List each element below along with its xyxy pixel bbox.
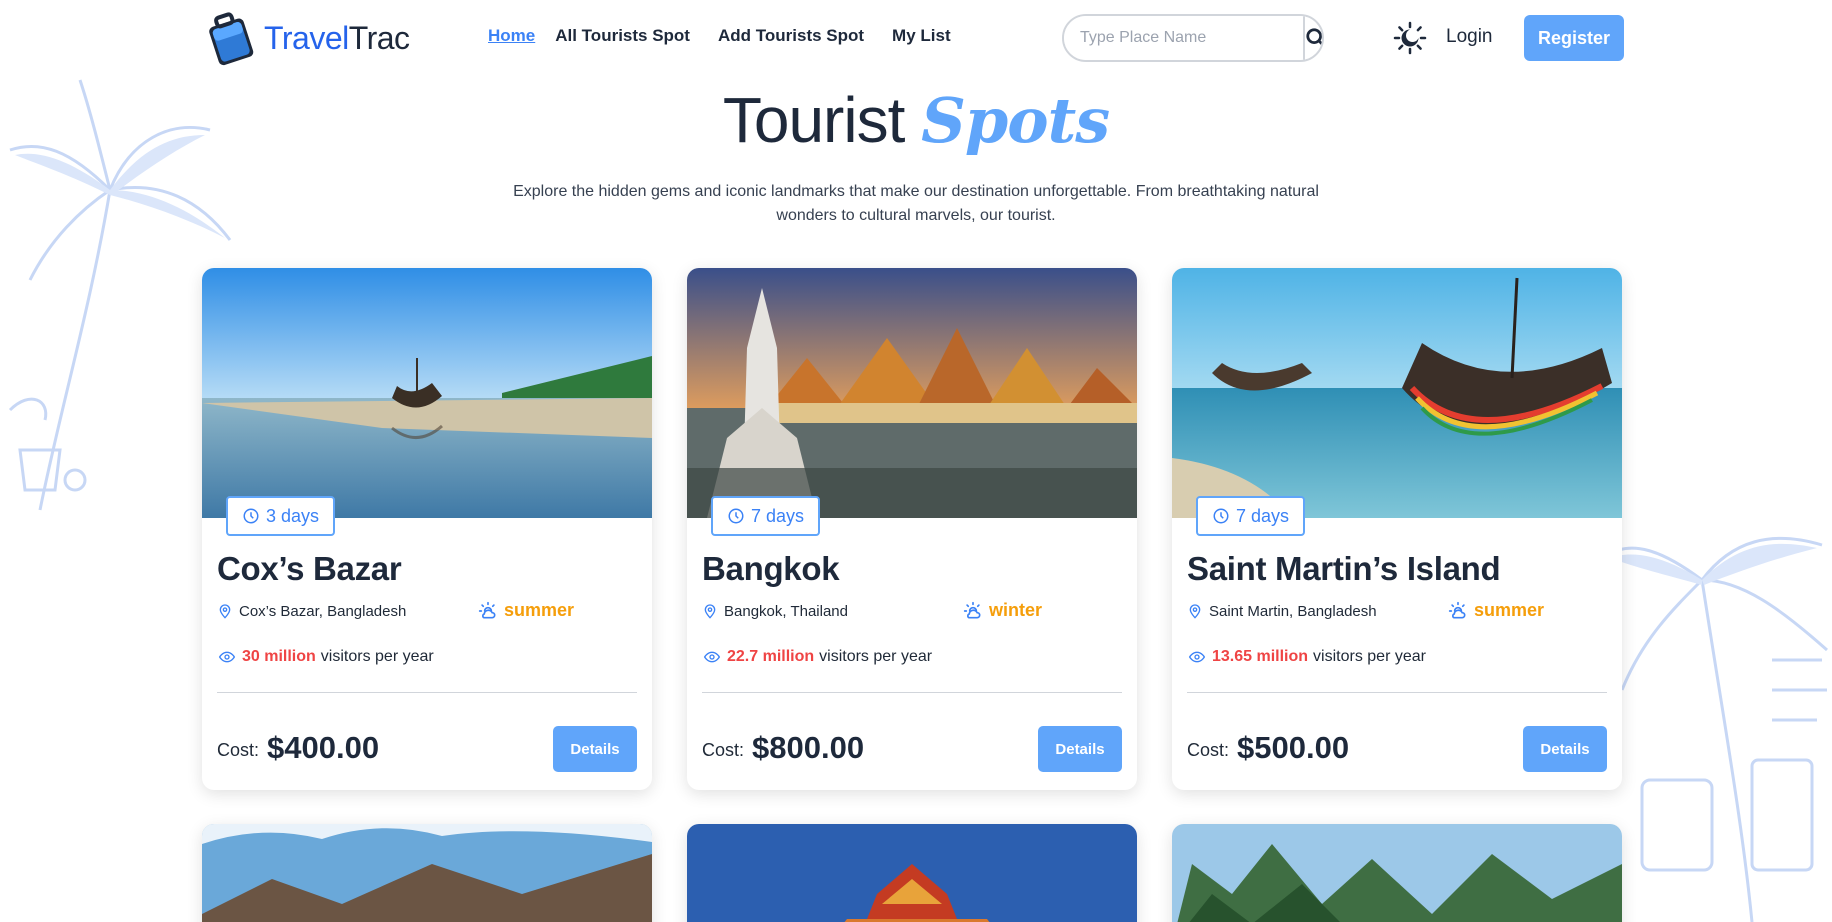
- nav-my-list[interactable]: My List: [892, 26, 951, 46]
- spot-visitors-text: visitors per year: [819, 648, 933, 665]
- tourist-spot-card: 3 days Cox’s Bazar Cox’s Bazar, Banglade…: [202, 268, 652, 790]
- tourist-spot-card-partial: [687, 824, 1137, 922]
- theme-toggle-icon: [1393, 21, 1427, 55]
- luggage-logo-icon: [209, 12, 254, 66]
- theme-toggle-button[interactable]: [1392, 20, 1428, 56]
- spot-season-text: winter: [989, 600, 1043, 620]
- spot-season: summer: [1448, 600, 1544, 621]
- tourist-spot-card: 7 days Saint Martin’s Island Saint Marti…: [1172, 268, 1622, 790]
- spot-season-text: summer: [1474, 600, 1545, 620]
- spot-visitors-count: 13.65 million: [1212, 648, 1309, 665]
- cost-value: $400.00: [267, 730, 380, 765]
- spot-title: Bangkok: [702, 550, 840, 587]
- page-title-plain: Tourist: [722, 84, 905, 156]
- map-pin-icon: [1189, 604, 1201, 619]
- page-description: Explore the hidden gems and iconic landm…: [0, 180, 1832, 228]
- spot-visitors: 13.65 million visitors per year: [1187, 648, 1426, 666]
- sun-cloud-icon: [1448, 601, 1466, 618]
- eye-icon: [1188, 651, 1206, 663]
- details-button[interactable]: Details: [1523, 726, 1607, 772]
- search-icon: [1306, 28, 1322, 46]
- spot-title: Cox’s Bazar: [217, 550, 402, 587]
- cost-label: Cost:: [1187, 740, 1230, 760]
- search-bar: [1062, 14, 1324, 62]
- page-title-script: Spots: [921, 84, 1110, 157]
- nav-add-tourists-spot[interactable]: Add Tourists Spot: [718, 26, 864, 46]
- clock-icon: [728, 508, 744, 524]
- duration-badge: 7 days: [711, 496, 821, 536]
- sun-cloud-icon: [478, 601, 496, 618]
- login-link[interactable]: Login: [1446, 26, 1493, 48]
- spot-season-text: summer: [504, 600, 575, 620]
- spot-location-text: Bangkok, Thailand: [724, 602, 848, 620]
- page-heading: Tourist Spots: [0, 80, 1832, 161]
- card-divider: [702, 692, 1122, 693]
- spot-visitors: 22.7 million visitors per year: [702, 648, 932, 666]
- duration-badge: 7 days: [1196, 496, 1306, 536]
- brand-name: TravelTrac: [264, 20, 410, 57]
- card-image-coxs-bazar: [202, 268, 652, 518]
- spot-location: Cox’s Bazar, Bangladesh: [217, 602, 406, 620]
- nav-all-tourists-spot[interactable]: All Tourists Spot: [555, 26, 690, 46]
- clock-icon: [1213, 508, 1229, 524]
- clock-icon: [243, 508, 259, 524]
- spot-visitors-text: visitors per year: [1313, 648, 1426, 665]
- spot-visitors-text: visitors per year: [320, 648, 434, 665]
- card-image-partial: [202, 824, 652, 922]
- brand-name-part2: Trac: [348, 19, 410, 56]
- spot-location-text: Saint Martin, Bangladesh: [1209, 602, 1377, 620]
- spot-location-text: Cox’s Bazar, Bangladesh: [239, 602, 407, 620]
- duration-badge: 3 days: [226, 496, 336, 536]
- page-description-line2: wonders to cultural marvels, our tourist…: [776, 207, 1056, 224]
- spot-season: summer: [478, 600, 574, 621]
- brand-name-part1: Travel: [264, 19, 349, 56]
- tourist-spot-card-partial: [1172, 824, 1622, 922]
- cost-label: Cost:: [217, 740, 260, 760]
- duration-text: 7 days: [751, 505, 805, 526]
- card-image-partial: [1172, 824, 1622, 922]
- nav-links: Home All Tourists Spot Add Tourists Spot…: [488, 26, 951, 46]
- spot-visitors-count: 22.7 million: [727, 648, 815, 665]
- details-button[interactable]: Details: [1038, 726, 1122, 772]
- eye-icon: [218, 651, 236, 663]
- card-divider: [217, 692, 637, 693]
- spot-visitors-count: 30 million: [242, 648, 316, 665]
- eye-icon: [703, 651, 721, 663]
- travel-decoration: [1606, 537, 1828, 922]
- card-image-saint-martins-island: [1172, 268, 1622, 518]
- cost-value: $800.00: [752, 730, 865, 765]
- tourist-spot-card: 7 days Bangkok Bangkok, Thailand winter …: [687, 268, 1137, 790]
- register-button[interactable]: Register: [1524, 15, 1624, 61]
- spot-location: Saint Martin, Bangladesh: [1187, 602, 1377, 620]
- duration-text: 3 days: [266, 505, 320, 526]
- duration-text: 7 days: [1236, 505, 1290, 526]
- cost-label: Cost:: [702, 740, 745, 760]
- cost-value: $500.00: [1237, 730, 1350, 765]
- search-button[interactable]: [1303, 16, 1322, 60]
- details-button[interactable]: Details: [553, 726, 637, 772]
- spot-visitors: 30 million visitors per year: [217, 648, 434, 666]
- search-input[interactable]: [1064, 16, 1303, 60]
- brand-logo[interactable]: TravelTrac: [202, 10, 410, 66]
- map-pin-icon: [704, 604, 716, 619]
- card-image-partial: [687, 824, 1137, 922]
- navbar: TravelTrac Home All Tourists Spot Add To…: [0, 0, 1832, 76]
- page-title: Tourist Spots: [0, 80, 1832, 161]
- page-description-line1: Explore the hidden gems and iconic landm…: [513, 183, 1319, 200]
- spot-title: Saint Martin’s Island: [1187, 550, 1501, 587]
- card-divider: [1187, 692, 1607, 693]
- spot-season: winter: [963, 600, 1042, 621]
- spot-location: Bangkok, Thailand: [702, 602, 848, 620]
- tourist-spot-card-partial: [202, 824, 652, 922]
- nav-home[interactable]: Home: [488, 26, 535, 46]
- map-pin-icon: [219, 604, 231, 619]
- card-image-bangkok: [687, 268, 1137, 518]
- sun-cloud-icon: [963, 601, 981, 618]
